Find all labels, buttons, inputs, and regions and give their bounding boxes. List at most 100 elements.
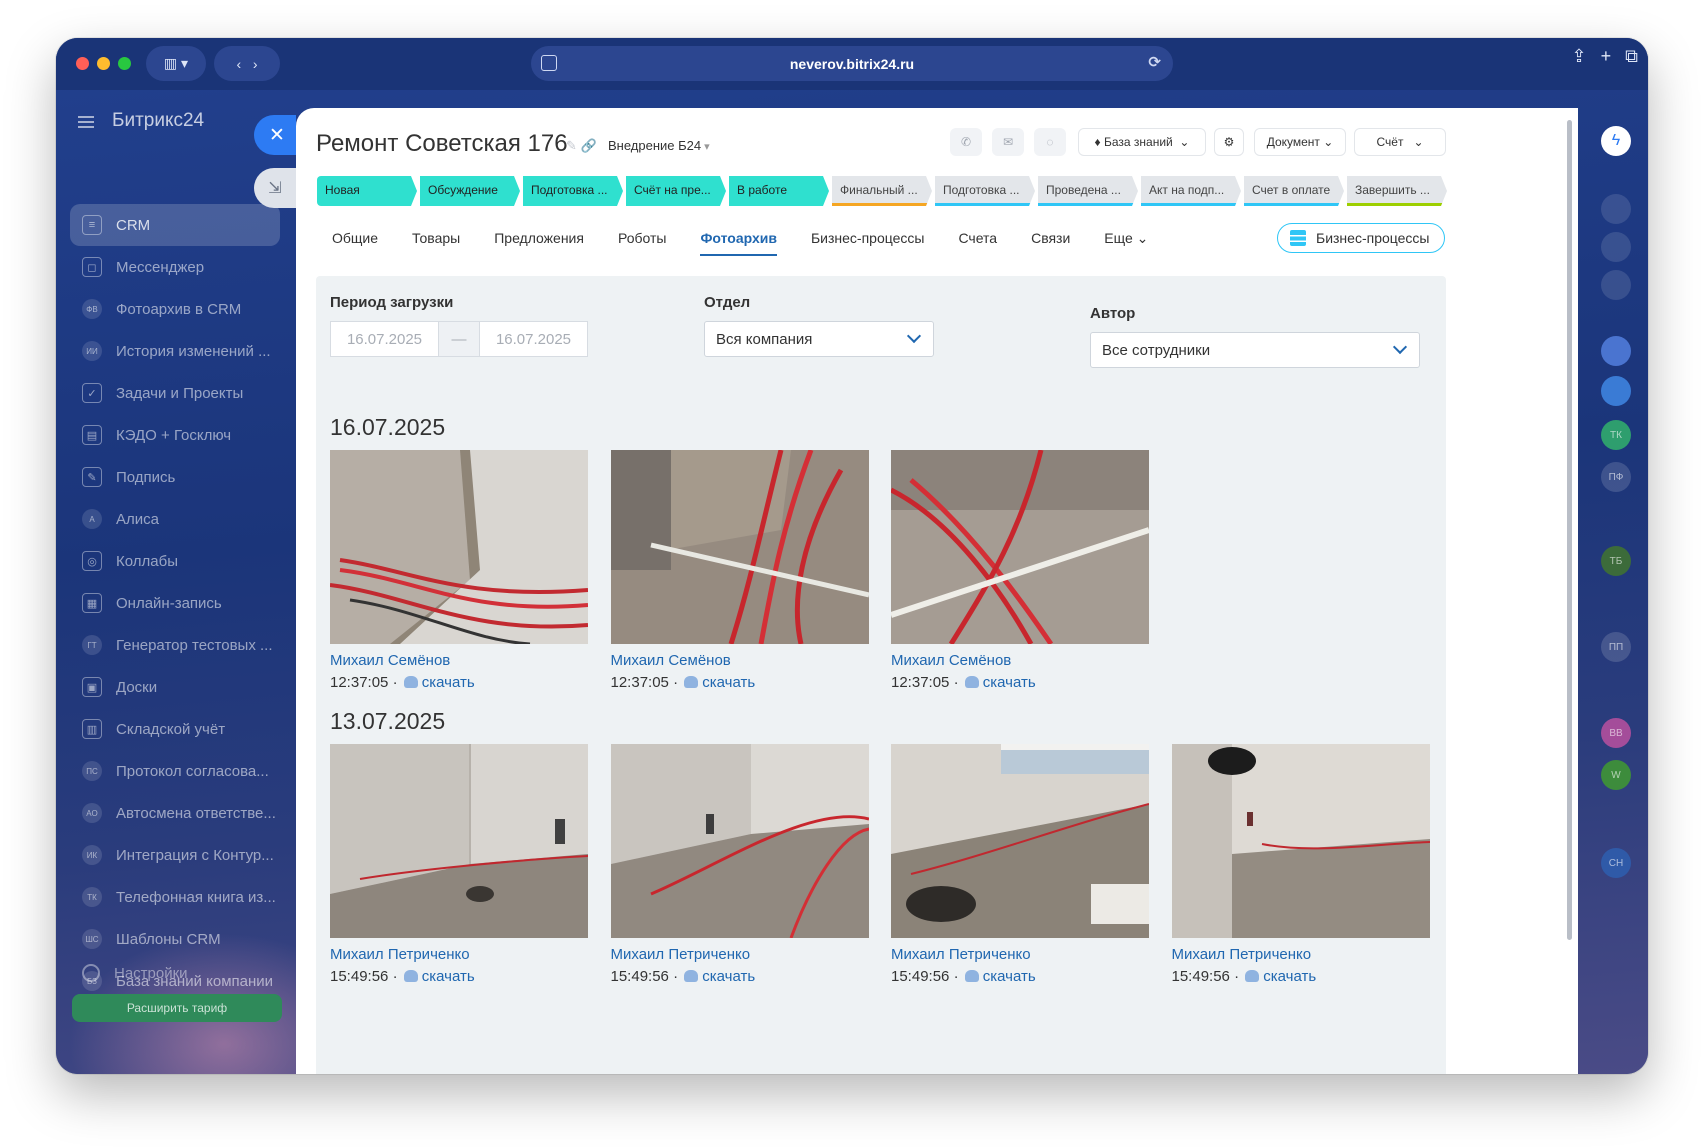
sidebar-item[interactable]: ИК Интеграция с Контур... (70, 834, 280, 876)
edit-icon[interactable]: ✎ 🔗 (566, 138, 597, 154)
tab-item[interactable]: Связи (1031, 230, 1070, 256)
photo-author-link[interactable]: Михаил Петриченко (611, 946, 751, 963)
new-tab-icon[interactable]: + (1601, 46, 1612, 67)
document-button[interactable]: Документ ⌄ (1254, 128, 1346, 156)
download-icon[interactable] (684, 970, 699, 982)
download-link[interactable]: скачать (422, 968, 475, 985)
tab-item[interactable]: Предложения (494, 230, 584, 256)
sidebar-item[interactable]: АО Автосмена ответстве... (70, 792, 280, 834)
app-shortcut-icon[interactable]: СН (1601, 848, 1631, 878)
sidebar-item[interactable]: А Алиса (70, 498, 280, 540)
app-shortcut-icon[interactable]: ВВ (1601, 718, 1631, 748)
photo-thumbnail[interactable] (1171, 744, 1430, 938)
target-icon[interactable] (1601, 232, 1631, 262)
date-to-input[interactable]: 16.07.2025 (479, 321, 588, 357)
phone-icon[interactable]: ✆ (950, 128, 982, 156)
download-icon[interactable] (964, 676, 979, 688)
stage-step[interactable]: Обсуждение (420, 176, 520, 206)
photo-author-link[interactable]: Михаил Семёнов (330, 652, 450, 669)
tab-item[interactable]: Еще ⌄ (1104, 230, 1148, 256)
sidebar-item[interactable]: ▥ Складской учёт (70, 708, 280, 750)
photo-thumbnail[interactable] (891, 450, 1149, 644)
bell-icon[interactable] (1601, 194, 1631, 224)
tab-item[interactable]: Роботы (618, 230, 666, 256)
author-select[interactable]: Все сотрудники (1090, 332, 1420, 368)
download-icon[interactable] (684, 676, 699, 688)
stage-step[interactable]: Финальный ... (832, 176, 932, 206)
app-shortcut-icon[interactable]: ПП (1601, 632, 1631, 662)
invoice-button[interactable]: Счёт ⌄ (1354, 128, 1446, 156)
menu-icon[interactable] (78, 116, 94, 128)
download-icon[interactable] (403, 970, 418, 982)
stage-step[interactable]: Проведена ... (1038, 176, 1138, 206)
photo-thumbnail[interactable] (610, 450, 869, 644)
sidebar-item[interactable]: ◎ Коллабы (70, 540, 280, 582)
share-icon[interactable]: ⇪ (1572, 46, 1587, 67)
message-icon[interactable] (1601, 376, 1631, 406)
sidebar-item[interactable]: ИИ История изменений ... (70, 330, 280, 372)
sidebar-item[interactable]: ✓ Задачи и Проекты (70, 372, 280, 414)
stage-step[interactable]: Счет в оплате (1244, 176, 1344, 206)
download-link[interactable]: скачать (1263, 968, 1316, 985)
app-shortcut-icon[interactable]: W (1601, 760, 1631, 790)
sidebar-item[interactable]: ≡ CRM (70, 204, 280, 246)
settings-item[interactable]: Настройки (82, 964, 188, 982)
sidebar-item[interactable]: ТК Телефонная книга из... (70, 876, 280, 918)
bookmark-icon[interactable] (1601, 336, 1631, 366)
tab-item[interactable]: Общие (332, 230, 378, 256)
sidebar-item[interactable]: ▣ Доски (70, 666, 280, 708)
minimize-window-button[interactable] (97, 57, 110, 70)
tab-item[interactable]: Счета (958, 230, 997, 256)
sidebar-item[interactable]: ГТ Генератор тестовых ... (70, 624, 280, 666)
photo-author-link[interactable]: Михаил Петриченко (330, 946, 470, 963)
chat-icon[interactable] (1601, 270, 1631, 300)
download-icon[interactable] (1245, 970, 1260, 982)
sidebar-item[interactable]: ▤ КЭДО + Госключ (70, 414, 280, 456)
sidebar-item[interactable]: ФВ Фотоархив в CRM (70, 288, 280, 330)
lightning-icon[interactable]: ϟ (1601, 126, 1631, 156)
download-link[interactable]: скачать (702, 674, 755, 691)
photo-thumbnail[interactable] (891, 744, 1149, 938)
back-forward-buttons[interactable]: ‹ › (214, 46, 280, 81)
settings-gear-button[interactable]: ⚙ (1214, 128, 1244, 156)
sidebar-item[interactable]: ✎ Подпись (70, 456, 280, 498)
stage-step[interactable]: Подготовка ... (523, 176, 623, 206)
sidebar-item[interactable]: ШС Шаблоны CRM (70, 918, 280, 960)
chat-icon[interactable]: ◌ (1034, 128, 1066, 156)
tabs-overview-icon[interactable]: ⧉ (1625, 46, 1638, 67)
scrollbar[interactable] (1567, 120, 1572, 940)
sidebar-item[interactable]: ▦ Онлайн-запись (70, 582, 280, 624)
photo-thumbnail[interactable] (330, 450, 588, 644)
download-icon[interactable] (403, 676, 418, 688)
download-link[interactable]: скачать (422, 674, 475, 691)
photo-author-link[interactable]: Михаил Семёнов (891, 652, 1011, 669)
sidebar-item[interactable]: ПС Протокол согласова... (70, 750, 280, 792)
sidebar-item[interactable]: ◻ Мессенджер (70, 246, 280, 288)
mail-icon[interactable]: ✉ (992, 128, 1024, 156)
stage-step[interactable]: Новая (317, 176, 417, 206)
date-from-input[interactable]: 16.07.2025 (330, 321, 439, 357)
knowledge-base-button[interactable]: ♦ База знаний ⌄ (1078, 128, 1206, 156)
tab-item[interactable]: Товары (412, 230, 460, 256)
download-link[interactable]: скачать (983, 968, 1036, 985)
photo-author-link[interactable]: Михаил Петриченко (1172, 946, 1312, 963)
maximize-window-button[interactable] (118, 57, 131, 70)
download-link[interactable]: скачать (983, 674, 1036, 691)
photo-thumbnail[interactable] (330, 744, 588, 938)
download-link[interactable]: скачать (702, 968, 755, 985)
app-shortcut-icon[interactable]: ПФ (1601, 462, 1631, 492)
minimize-slider-button[interactable]: ⇲ (254, 168, 296, 208)
stage-step[interactable]: Завершить ... (1347, 176, 1447, 206)
close-window-button[interactable] (76, 57, 89, 70)
stage-step[interactable]: Подготовка ... (935, 176, 1035, 206)
photo-thumbnail[interactable] (610, 744, 869, 938)
category-select[interactable]: Внедрение Б24 (608, 138, 710, 153)
reload-icon[interactable]: ⟳ (1148, 53, 1161, 71)
photo-author-link[interactable]: Михаил Семёнов (611, 652, 731, 669)
stage-step[interactable]: Акт на подп... (1141, 176, 1241, 206)
brand-logo[interactable]: Битрикс24 (112, 110, 204, 132)
app-shortcut-icon[interactable]: ТБ (1601, 546, 1631, 576)
app-shortcut-icon[interactable]: ТК (1601, 420, 1631, 450)
address-bar[interactable]: neverov.bitrix24.ru ⟳ (531, 46, 1173, 81)
stage-step[interactable]: В работе (729, 176, 829, 206)
